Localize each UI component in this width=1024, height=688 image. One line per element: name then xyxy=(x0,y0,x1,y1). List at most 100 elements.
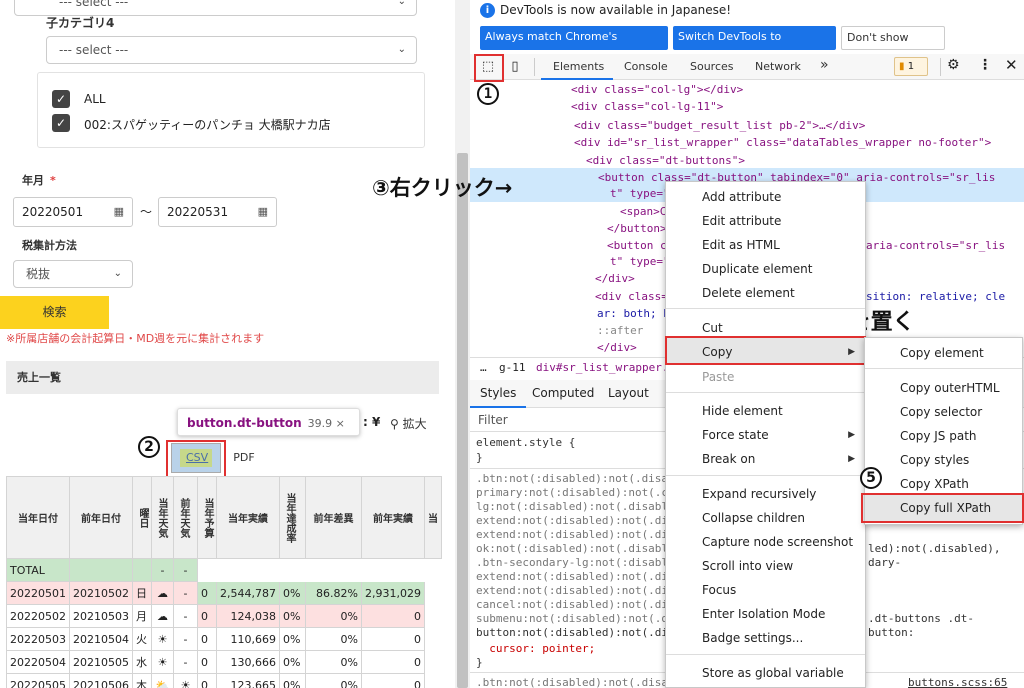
menu-item-copy-element[interactable]: Copy element xyxy=(900,346,984,360)
header-weather[interactable]: 当年天気 xyxy=(155,496,167,540)
header-extra[interactable]: 当 xyxy=(423,476,442,559)
menu-item-screenshot[interactable]: Capture node screenshot xyxy=(702,535,853,549)
header-budget[interactable]: 当年予算 xyxy=(201,496,213,540)
style-line[interactable]: .btn:not(:disabled):not(.disa xyxy=(476,676,668,688)
dom-line[interactable]: <div id="sr_list_wrapper" class="dataTab… xyxy=(574,135,991,151)
dom-line[interactable]: <span>C xyxy=(620,204,666,220)
menu-item-copy-full-xpath[interactable]: Copy full XPath xyxy=(900,501,991,515)
pdf-button[interactable]: PDF xyxy=(226,443,262,473)
style-line[interactable]: button:not(:disabled):not(.di xyxy=(476,626,668,640)
style-line[interactable]: extend:not(:disabled):not(.di xyxy=(476,528,668,542)
menu-item-copy-selector[interactable]: Copy selector xyxy=(900,405,982,419)
tab-elements[interactable]: Elements xyxy=(553,60,604,73)
menu-item-expand[interactable]: Expand recursively xyxy=(702,487,816,501)
menu-item-cut[interactable]: Cut xyxy=(702,321,723,335)
menu-item-badge-settings[interactable]: Badge settings... xyxy=(702,631,803,645)
page-scrollbar-thumb[interactable] xyxy=(457,153,468,688)
dom-line[interactable]: </div> xyxy=(595,271,635,287)
style-line[interactable]: extend:not(:disabled):not(.di xyxy=(476,514,668,528)
style-line[interactable]: extend:not(:disabled):not(.di xyxy=(476,570,668,584)
close-icon[interactable]: ✕ xyxy=(1005,56,1018,74)
dom-line[interactable]: </button> xyxy=(607,221,667,237)
search-button[interactable]: 検索 xyxy=(0,296,109,329)
tab-computed[interactable]: Computed xyxy=(532,386,594,400)
dom-line-selected[interactable]: t" type=" xyxy=(610,186,670,202)
header-prev-actual[interactable]: 前年実績 xyxy=(360,476,425,559)
menu-item-copy[interactable]: Copy xyxy=(702,345,732,359)
menu-item-focus[interactable]: Focus xyxy=(702,583,736,597)
style-line[interactable]: cancel:not(:disabled):not(.di xyxy=(476,598,668,612)
tab-sources[interactable]: Sources xyxy=(690,60,734,73)
calendar-icon[interactable]: ▦ xyxy=(258,198,268,226)
style-line[interactable]: dary- xyxy=(868,556,901,570)
menu-item-isolation[interactable]: Enter Isolation Mode xyxy=(702,607,825,621)
tab-console[interactable]: Console xyxy=(624,60,668,73)
more-options-icon[interactable]: ⋮ xyxy=(978,57,992,73)
dom-line[interactable]: <div class="budget_result_list pb-2">…</… xyxy=(574,118,865,134)
dom-line[interactable]: <div class= xyxy=(595,289,668,305)
style-line[interactable]: ok:not(:disabled):not(.disabl xyxy=(476,542,668,556)
date-from-input[interactable]: 20220501 ▦ xyxy=(13,197,133,227)
menu-item-delete[interactable]: Delete element xyxy=(702,286,795,300)
device-toolbar-icon[interactable]: ▯ xyxy=(506,57,524,77)
style-line[interactable]: button: xyxy=(868,626,914,640)
style-line[interactable]: .btn:not(:disabled):not(.disa xyxy=(476,472,668,486)
issues-badge[interactable]: ▮ 1 xyxy=(894,57,928,76)
menu-item-store-global[interactable]: Store as global variable xyxy=(702,666,844,680)
tax-method-select[interactable]: 税抜 ⌄ xyxy=(13,260,133,288)
gear-icon[interactable]: ⚙ xyxy=(947,57,960,73)
menu-item-collapse[interactable]: Collapse children xyxy=(702,511,805,525)
dom-line[interactable]: ar: both; h xyxy=(597,306,670,322)
style-line[interactable]: led):not(.disabled), xyxy=(868,542,1000,556)
match-language-button[interactable]: Always match Chrome's language xyxy=(480,26,668,65)
menu-item-add-attribute[interactable]: Add attribute xyxy=(702,190,781,204)
menu-item-edit-attribute[interactable]: Edit attribute xyxy=(702,214,781,228)
dom-line[interactable]: ::after xyxy=(597,323,643,339)
dom-line[interactable]: <div class="col-lg-11"> xyxy=(571,99,723,115)
header-prev-date[interactable]: 前年日付 xyxy=(69,476,133,559)
tab-layout[interactable]: Layout xyxy=(608,386,649,400)
tab-styles[interactable]: Styles xyxy=(480,386,516,400)
dom-line[interactable]: </div> xyxy=(597,340,637,356)
menu-item-duplicate[interactable]: Duplicate element xyxy=(702,262,812,276)
dom-line[interactable]: <div class="dt-buttons"> xyxy=(586,153,745,169)
header-diff[interactable]: 前年差異 xyxy=(304,476,362,559)
dom-line[interactable]: aria-controls="sr_lis xyxy=(866,238,1005,254)
header-date[interactable]: 当年日付 xyxy=(6,476,70,559)
menu-item-force-state[interactable]: Force state xyxy=(702,428,769,442)
header-dow[interactable]: 曜日 xyxy=(136,506,148,530)
header-actual[interactable]: 当年実績 xyxy=(216,476,280,559)
menu-item-edit-html[interactable]: Edit as HTML xyxy=(702,238,780,252)
style-line[interactable]: element.style { xyxy=(476,436,575,450)
date-to-input[interactable]: 20220531 ▦ xyxy=(158,197,277,227)
menu-item-paste[interactable]: Paste xyxy=(702,370,734,384)
dont-show-button[interactable]: Don't show again xyxy=(841,26,945,66)
dom-line[interactable]: sition: relative; cle xyxy=(866,289,1005,305)
header-rate[interactable]: 当年達成率 xyxy=(283,491,295,545)
dom-line[interactable]: <button c xyxy=(607,238,667,254)
select-category4[interactable]: --- select --- ⌄ xyxy=(46,36,417,64)
style-line[interactable]: .btn-secondary-lg:not(:disabl xyxy=(476,556,668,570)
tab-network[interactable]: Network xyxy=(755,60,801,73)
dom-line[interactable]: t" type=" xyxy=(610,254,670,270)
checkbox-all[interactable]: ✓ xyxy=(52,90,70,108)
switch-japanese-button[interactable]: Switch DevTools to Japanese xyxy=(673,26,836,65)
header-prev-weather[interactable]: 前年天気 xyxy=(177,496,189,540)
breadcrumb-more[interactable]: … xyxy=(480,358,487,378)
style-line[interactable]: lg:not(:disabled):not(.disabl xyxy=(476,500,668,514)
menu-item-scroll-into-view[interactable]: Scroll into view xyxy=(702,559,793,573)
more-tabs-button[interactable]: » xyxy=(820,57,829,73)
menu-item-copy-xpath[interactable]: Copy XPath xyxy=(900,477,969,491)
style-line[interactable]: primary:not(:disabled):not(.c xyxy=(476,486,668,500)
menu-item-copy-styles[interactable]: Copy styles xyxy=(900,453,969,467)
style-line[interactable]: submenu:not(:disabled):not(.d xyxy=(476,612,668,626)
zoom-link[interactable]: ⚲ 拡大 xyxy=(390,415,427,432)
checkbox-store[interactable]: ✓ xyxy=(52,114,70,132)
menu-item-copy-outerhtml[interactable]: Copy outerHTML xyxy=(900,381,1000,395)
breadcrumb-item[interactable]: g-11 xyxy=(499,358,526,378)
style-line[interactable]: extend:not(:disabled):not(.di xyxy=(476,584,668,598)
menu-item-copy-js-path[interactable]: Copy JS path xyxy=(900,429,977,443)
menu-item-break-on[interactable]: Break on xyxy=(702,452,755,466)
calendar-icon[interactable]: ▦ xyxy=(114,198,124,226)
menu-item-hide[interactable]: Hide element xyxy=(702,404,783,418)
